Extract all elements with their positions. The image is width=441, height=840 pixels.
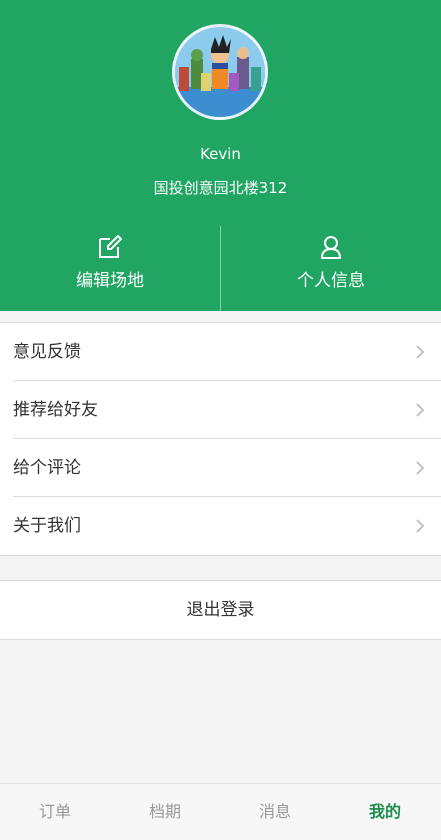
profile-header: Kevin 国投创意园北楼312 编辑场地 个人信息 bbox=[0, 0, 441, 311]
personal-info-label: 个人信息 bbox=[297, 271, 365, 291]
personal-info-button[interactable]: 个人信息 bbox=[221, 226, 441, 311]
menu-item-feedback[interactable]: 意见反馈 bbox=[0, 323, 441, 381]
logout-button[interactable]: 退出登录 bbox=[0, 580, 441, 640]
tab-bar: 订单 档期 消息 我的 bbox=[0, 783, 441, 840]
edit-icon bbox=[99, 235, 122, 258]
menu-item-label: 给个评论 bbox=[13, 458, 81, 478]
tab-mine[interactable]: 我的 bbox=[330, 784, 440, 840]
chevron-right-icon bbox=[416, 519, 425, 533]
menu-item-label: 推荐给好友 bbox=[13, 400, 98, 420]
tab-schedule[interactable]: 档期 bbox=[110, 784, 220, 840]
username: Kevin bbox=[200, 145, 241, 163]
menu-item-about[interactable]: 关于我们 bbox=[0, 497, 441, 555]
tab-messages[interactable]: 消息 bbox=[220, 784, 330, 840]
avatar[interactable] bbox=[172, 24, 268, 120]
chevron-right-icon bbox=[416, 345, 425, 359]
avatar-image bbox=[175, 27, 265, 117]
edit-venue-button[interactable]: 编辑场地 bbox=[0, 226, 220, 311]
user-address: 国投创意园北楼312 bbox=[153, 179, 288, 197]
menu-item-label: 意见反馈 bbox=[13, 342, 81, 362]
menu-item-label: 关于我们 bbox=[13, 516, 81, 536]
menu-item-review[interactable]: 给个评论 bbox=[0, 439, 441, 497]
chevron-right-icon bbox=[416, 403, 425, 417]
menu-item-recommend[interactable]: 推荐给好友 bbox=[0, 381, 441, 439]
edit-venue-label: 编辑场地 bbox=[76, 271, 144, 291]
tab-orders[interactable]: 订单 bbox=[0, 784, 110, 840]
person-icon bbox=[321, 236, 341, 259]
settings-menu: 意见反馈 推荐给好友 给个评论 关于我们 bbox=[0, 322, 441, 556]
chevron-right-icon bbox=[416, 461, 425, 475]
